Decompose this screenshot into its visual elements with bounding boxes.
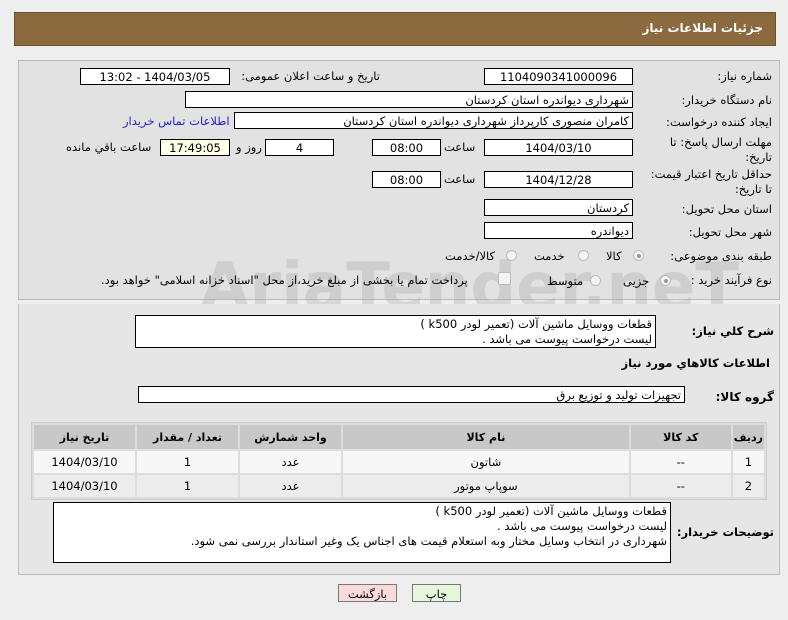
process-option-medium: متوسط <box>547 274 584 288</box>
buyer-contact-link[interactable]: اطلاعات تماس خریدار <box>123 113 230 130</box>
buyer-org-label: نام دستگاه خریدار: <box>681 93 772 107</box>
days-remaining-field: 4 <box>265 139 334 156</box>
creator-label: ایجاد کننده درخواست: <box>666 115 772 129</box>
announce-label: تاریخ و ساعت اعلان عمومی: <box>241 69 380 83</box>
category-radio-service[interactable] <box>578 250 589 261</box>
cell-date: 1404/03/10 <box>34 475 135 497</box>
category-option-both: کالا/خدمت <box>445 249 496 263</box>
category-option-goods: کالا <box>606 249 622 263</box>
cell-qty: 1 <box>137 451 238 473</box>
province-label: استان محل تحویل: <box>681 202 772 216</box>
validity-label: حداقل تاریخ اعتبار قیمت: تا تاریخ: <box>650 167 772 196</box>
process-option-minor: جزیی <box>623 274 650 288</box>
treasury-checkbox[interactable] <box>498 272 511 285</box>
col-unit: واحد شمارش <box>240 425 341 449</box>
cell-name: سوپاپ موتور <box>343 475 629 497</box>
goods-group-label: گروه کالا: <box>715 390 774 404</box>
category-label: طبقه بندی موضوعی: <box>670 249 772 263</box>
city-label: شهر محل تحویل: <box>688 225 772 239</box>
category-radio-goods[interactable] <box>633 250 644 261</box>
process-label: نوع فرآیند خرید : <box>690 273 772 287</box>
days-label: روز و <box>236 140 262 154</box>
table-row: 1 -- شاتون عدد 1 1404/03/10 <box>34 451 764 473</box>
goods-section-title: اطلاعات کالاهاي مورد نیاز <box>621 356 770 370</box>
deadline-label: مهلت ارسال پاسخ: تا تاریخ: <box>669 135 772 164</box>
need-number-label: شماره نیاز: <box>717 69 772 83</box>
cell-code: -- <box>630 475 731 497</box>
goods-table: ردیف کد کالا نام کالا واحد شمارش تعداد /… <box>31 422 767 500</box>
deadline-date-field: 1404/03/10 <box>484 139 633 156</box>
cell-qty: 1 <box>137 475 238 497</box>
col-name: نام کالا <box>343 425 629 449</box>
process-radio-medium[interactable] <box>590 275 601 286</box>
validity-date-field: 1404/12/28 <box>484 171 633 188</box>
process-radio-minor[interactable] <box>660 275 671 286</box>
goods-group-field: تجهیزات تولید و توزیع برق <box>138 386 685 403</box>
category-radio-both[interactable] <box>506 250 517 261</box>
time-remaining-field: 17:49:05 <box>160 139 230 156</box>
time-remaining-label: ساعت باقي مانده <box>66 140 152 154</box>
cell-date: 1404/03/10 <box>34 451 135 473</box>
cell-unit: عدد <box>240 451 341 473</box>
back-button[interactable]: بازگشت <box>338 584 397 602</box>
cell-unit: عدد <box>240 475 341 497</box>
deadline-time-field: 08:00 <box>372 139 441 156</box>
col-row: ردیف <box>732 425 764 449</box>
description-label: شرح کلي نیاز: <box>691 324 774 338</box>
buyer-notes-textarea[interactable]: قطعات ووسایل ماشین آلات (تعمیر لودر k500… <box>53 502 671 563</box>
cell-code: -- <box>630 451 731 473</box>
creator-field: کامران منصوری کارپرداز شهرداری دیواندره … <box>234 112 633 129</box>
col-qty: تعداد / مقدار <box>137 425 238 449</box>
city-field: دیواندره <box>484 222 633 239</box>
buyer-org-field: شهرداری دیواندره استان کردستان <box>185 91 633 108</box>
deadline-time-label: ساعت <box>444 140 476 154</box>
page-title: جزئیات اطلاعات نیاز <box>642 21 763 35</box>
category-option-service: خدمت <box>534 249 565 263</box>
validity-time-field: 08:00 <box>372 171 441 188</box>
validity-time-label: ساعت <box>444 172 476 186</box>
need-number-field: 1104090341000096 <box>484 68 633 85</box>
buyer-notes-label: توضیحات خریدار: <box>676 525 774 539</box>
col-date: تاریخ نیاز <box>34 425 135 449</box>
page-header: جزئیات اطلاعات نیاز <box>14 12 776 46</box>
cell-name: شاتون <box>343 451 629 473</box>
cell-row: 2 <box>732 475 764 497</box>
province-field: کردستان <box>484 199 633 216</box>
print-button[interactable]: چاپ <box>412 584 461 602</box>
table-row: 2 -- سوپاپ موتور عدد 1 1404/03/10 <box>34 475 764 497</box>
col-code: کد کالا <box>630 425 731 449</box>
treasury-text: پرداخت تمام یا بخشی از مبلغ خرید،از محل … <box>101 273 468 287</box>
announce-field: 1404/03/05 - 13:02 <box>80 68 230 85</box>
description-textarea[interactable]: قطعات ووسایل ماشین آلات (تعمیر لودر k500… <box>135 315 656 348</box>
table-header-row: ردیف کد کالا نام کالا واحد شمارش تعداد /… <box>34 425 764 449</box>
cell-row: 1 <box>732 451 764 473</box>
